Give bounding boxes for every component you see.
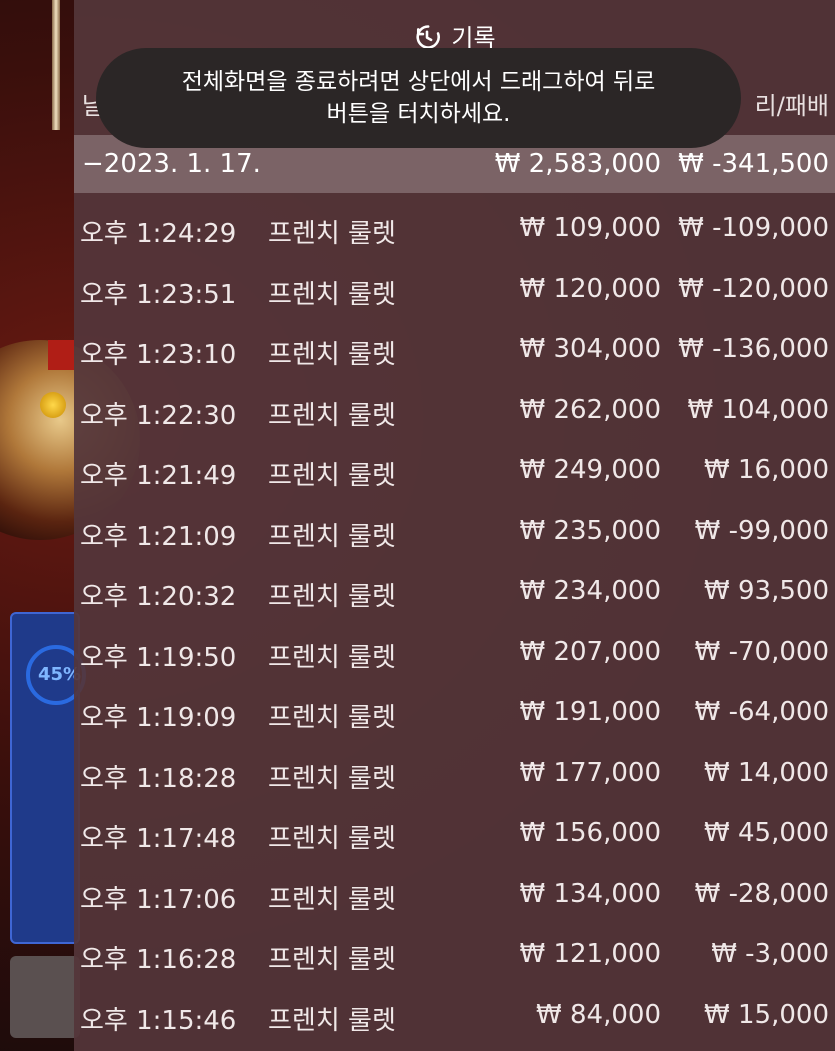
history-row[interactable]: 오후 1:23:10 프렌치 룰렛 ₩ 304,000 ₩ -136,000 — [74, 321, 835, 382]
background-pole — [52, 0, 60, 130]
history-row[interactable]: 오후 1:23:51 프렌치 룰렛 ₩ 120,000 ₩ -120,000 — [74, 261, 835, 322]
summary-date: −2023. 1. 17. — [82, 149, 261, 179]
row-bet: ₩ 156,000 — [519, 818, 662, 848]
row-bet: ₩ 207,000 — [519, 636, 662, 667]
row-bet: ₩ 304,000 — [519, 334, 662, 364]
row-bet: ₩ 84,000 — [536, 999, 661, 1030]
row-winloss: ₩ -64,000 — [694, 697, 829, 727]
row-winloss: ₩ -136,000 — [678, 334, 829, 364]
row-time: 오후 1:20:32 — [80, 582, 237, 612]
row-game: 프렌치 룰렛 — [268, 642, 396, 673]
fullscreen-toast: 전체화면을 종료하려면 상단에서 드래그하여 뒤로 버튼을 터치하세요. — [96, 48, 741, 148]
row-winloss: ₩ 93,500 — [704, 576, 829, 606]
row-bet: ₩ 109,000 — [519, 213, 662, 243]
row-game: 프렌치 룰렛 — [268, 340, 396, 370]
history-row[interactable]: 오후 1:19:50 프렌치 룰렛 ₩ 207,000 ₩ -70,000 — [74, 624, 835, 685]
row-bet: ₩ 249,000 — [519, 455, 662, 485]
history-row[interactable]: 오후 1:19:09 프렌치 룰렛 ₩ 191,000 ₩ -64,000 — [74, 684, 835, 745]
row-game: 프렌치 룰렛 — [268, 884, 396, 915]
row-game: 프렌치 룰렛 — [268, 279, 396, 310]
history-row[interactable]: 오후 1:18:28 프렌치 룰렛 ₩ 177,000 ₩ 14,000 — [74, 745, 835, 806]
row-time: 오후 1:17:48 — [80, 824, 237, 854]
toast-line-1: 전체화면을 종료하려면 상단에서 드래그하여 뒤로 — [181, 69, 656, 95]
history-icon — [416, 25, 441, 49]
row-time: 오후 1:24:29 — [80, 219, 237, 249]
row-time: 오후 1:23:51 — [80, 279, 237, 310]
row-bet: ₩ 121,000 — [519, 939, 662, 969]
history-row[interactable]: 오후 1:17:06 프렌치 룰렛 ₩ 134,000 ₩ -28,000 — [74, 866, 835, 927]
summary-winloss: ₩ -341,500 — [678, 149, 829, 179]
row-bet: ₩ 234,000 — [519, 576, 662, 606]
row-game: 프렌치 룰렛 — [268, 461, 396, 491]
history-row[interactable]: 오후 1:20:32 프렌치 룰렛 ₩ 234,000 ₩ 93,500 — [74, 563, 835, 624]
history-list: 오후 1:24:29 프렌치 룰렛 ₩ 109,000 ₩ -109,000 오… — [74, 200, 835, 1047]
history-row[interactable]: 오후 1:22:30 프렌치 룰렛 ₩ 262,000 ₩ 104,000 — [74, 382, 835, 443]
row-game: 프렌치 룰렛 — [268, 763, 396, 794]
row-winloss: ₩ 15,000 — [704, 999, 829, 1030]
row-time: 오후 1:22:30 — [80, 400, 237, 431]
row-winloss: ₩ 104,000 — [687, 394, 830, 425]
row-game: 프렌치 룰렛 — [268, 824, 396, 854]
row-game: 프렌치 룰렛 — [268, 945, 396, 975]
row-time: 오후 1:15:46 — [80, 1005, 237, 1036]
row-time: 오후 1:19:09 — [80, 703, 237, 733]
history-row[interactable]: 오후 1:24:29 프렌치 룰렛 ₩ 109,000 ₩ -109,000 — [74, 200, 835, 261]
history-row[interactable]: 오후 1:21:49 프렌치 룰렛 ₩ 249,000 ₩ 16,000 — [74, 442, 835, 503]
column-header-winloss: 리/패배 — [754, 92, 829, 120]
row-time: 오후 1:16:28 — [80, 945, 237, 975]
row-bet: ₩ 235,000 — [519, 515, 662, 546]
row-winloss: ₩ -109,000 — [678, 213, 829, 243]
row-winloss: ₩ -70,000 — [694, 636, 829, 667]
row-winloss: ₩ -3,000 — [711, 939, 829, 969]
row-time: 오후 1:18:28 — [80, 763, 237, 794]
row-winloss: ₩ -28,000 — [694, 878, 829, 909]
row-game: 프렌치 룰렛 — [268, 521, 396, 552]
history-panel: 기록 날 리/패배 −2023. 1. 17. ₩ 2,583,000 ₩ -3… — [74, 0, 835, 1051]
player-button[interactable] — [10, 956, 80, 1038]
toast-line-2: 버튼을 터치하세요. — [326, 101, 511, 127]
row-game: 프렌치 룰렛 — [268, 703, 396, 733]
row-winloss: ₩ -99,000 — [694, 515, 829, 546]
row-time: 오후 1:21:09 — [80, 521, 237, 552]
history-row[interactable]: 오후 1:15:46 프렌치 룰렛 ₩ 84,000 ₩ 15,000 — [74, 987, 835, 1048]
row-winloss: ₩ 16,000 — [704, 455, 829, 485]
row-game: 프렌치 룰렛 — [268, 219, 396, 249]
row-game: 프렌치 룰렛 — [268, 1005, 396, 1036]
row-time: 오후 1:21:49 — [80, 461, 237, 491]
row-game: 프렌치 룰렛 — [268, 582, 396, 612]
row-bet: ₩ 262,000 — [519, 394, 662, 425]
row-game: 프렌치 룰렛 — [268, 400, 396, 431]
history-row[interactable]: 오후 1:17:48 프렌치 룰렛 ₩ 156,000 ₩ 45,000 — [74, 805, 835, 866]
game-screen: 45% 기록 날 리/패배 −2023. 1. 17. ₩ 2,583,000 … — [0, 0, 835, 1051]
background-decoration — [48, 340, 74, 370]
chip-icon — [40, 392, 66, 418]
row-bet: ₩ 177,000 — [519, 757, 662, 788]
row-bet: ₩ 120,000 — [519, 273, 662, 304]
row-bet: ₩ 191,000 — [519, 697, 662, 727]
row-time: 오후 1:17:06 — [80, 884, 237, 915]
row-winloss: ₩ -120,000 — [678, 273, 829, 304]
summary-bet: ₩ 2,583,000 — [494, 149, 661, 179]
history-row[interactable]: 오후 1:16:28 프렌치 룰렛 ₩ 121,000 ₩ -3,000 — [74, 926, 835, 987]
history-row[interactable]: 오후 1:21:09 프렌치 룰렛 ₩ 235,000 ₩ -99,000 — [74, 503, 835, 564]
row-bet: ₩ 134,000 — [519, 878, 662, 909]
row-winloss: ₩ 45,000 — [704, 818, 829, 848]
row-time: 오후 1:23:10 — [80, 340, 237, 370]
row-winloss: ₩ 14,000 — [704, 757, 829, 788]
row-time: 오후 1:19:50 — [80, 642, 237, 673]
